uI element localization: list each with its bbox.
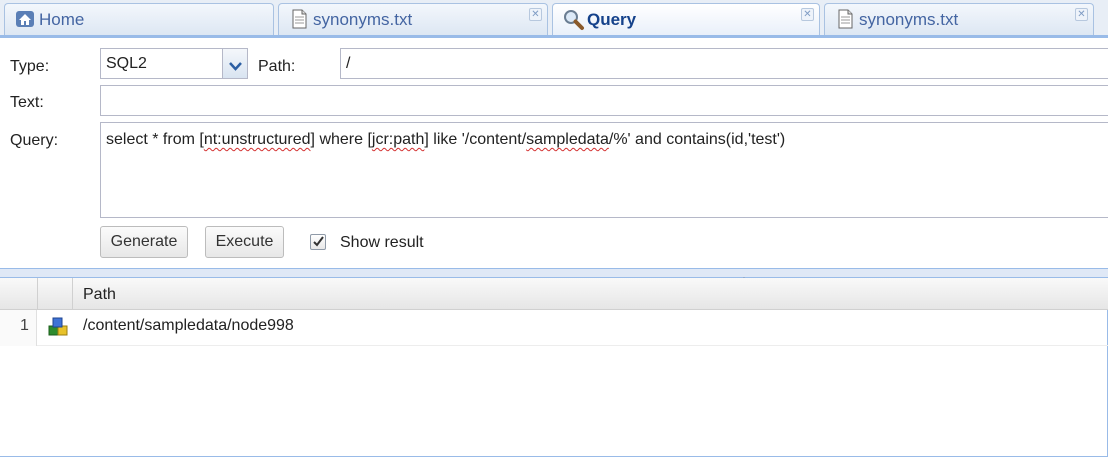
type-select[interactable]: SQL2 xyxy=(100,48,224,79)
show-result-checkbox[interactable] xyxy=(310,234,326,250)
tab-synonyms-2-label: synonyms.txt xyxy=(859,10,959,29)
results-grid: Path 1 /content/sampledata/node998 xyxy=(0,278,1108,457)
tab-synonyms-1-label: synonyms.txt xyxy=(313,10,413,29)
column-header-path[interactable]: Path xyxy=(83,286,116,304)
document-icon xyxy=(289,9,309,29)
document-icon xyxy=(835,9,855,29)
row-number-cell: 1 xyxy=(0,310,37,346)
path-input-value: / xyxy=(346,54,351,72)
home-icon xyxy=(15,9,35,29)
column-separator xyxy=(72,278,73,310)
row-path-value: /content/sampledata/node998 xyxy=(83,317,294,334)
node-icon xyxy=(46,317,70,344)
row-number: 1 xyxy=(20,317,29,334)
tab-query[interactable]: Query ✕ xyxy=(552,3,820,35)
checkmark-icon xyxy=(312,235,325,253)
tab-query-label: Query xyxy=(587,10,637,29)
query-form: Type: SQL2 Path: / Text: Query: select *… xyxy=(0,38,1108,268)
query-label: Query: xyxy=(10,132,59,149)
text-label: Text: xyxy=(10,94,44,111)
tab-home[interactable]: Home xyxy=(4,3,274,35)
tab-home-label: Home xyxy=(39,10,85,29)
tab-bar: Home synonyms.txt ✕ Query ✕ synonyms.txt… xyxy=(0,0,1108,38)
column-separator xyxy=(37,278,38,310)
tab-synonyms-2[interactable]: synonyms.txt ✕ xyxy=(824,3,1094,35)
execute-button[interactable]: Execute xyxy=(205,226,284,258)
panel-splitter[interactable] xyxy=(0,268,1108,281)
magnifier-icon xyxy=(563,9,584,30)
close-icon[interactable]: ✕ xyxy=(1075,8,1088,21)
query-textarea[interactable]: select * from [nt:unstructured] where [j… xyxy=(100,122,1108,218)
tab-synonyms-1[interactable]: synonyms.txt ✕ xyxy=(278,3,548,35)
path-label: Path: xyxy=(258,58,296,75)
close-icon[interactable]: ✕ xyxy=(801,8,814,21)
show-result-label: Show result xyxy=(340,234,424,251)
grid-header: Path xyxy=(0,278,1108,310)
close-icon[interactable]: ✕ xyxy=(529,8,542,21)
type-dropdown-trigger[interactable] xyxy=(222,48,248,79)
type-select-value: SQL2 xyxy=(106,54,147,72)
path-input[interactable]: / xyxy=(340,48,1108,79)
generate-button[interactable]: Generate xyxy=(100,226,188,258)
type-label: Type: xyxy=(10,58,50,75)
query-text: select * from [nt:unstructured] where [j… xyxy=(106,131,786,148)
chevron-down-icon xyxy=(229,58,242,76)
text-input[interactable] xyxy=(100,85,1108,116)
table-row[interactable]: 1 /content/sampledata/node998 xyxy=(0,310,1108,346)
